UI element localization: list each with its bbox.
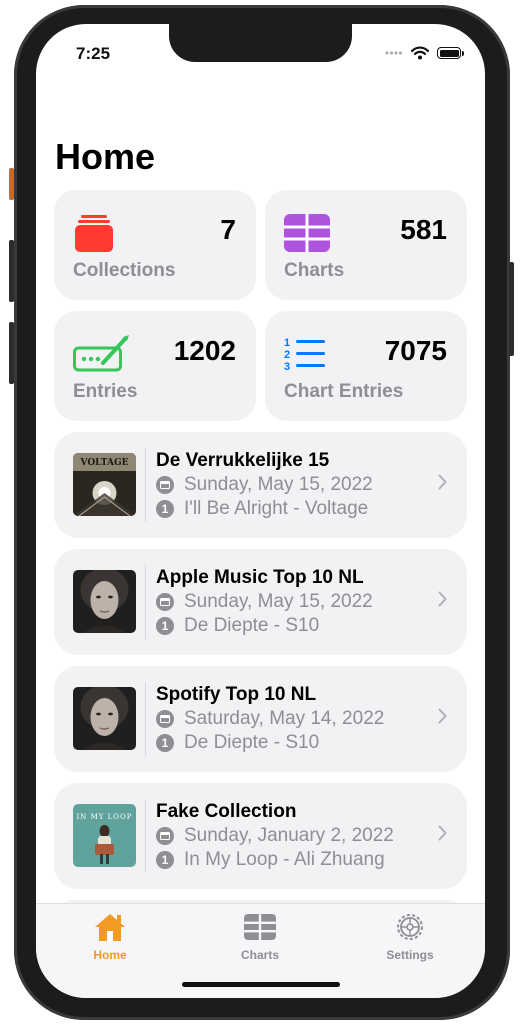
- chart-title: Apple Music Top 10 NL: [156, 567, 364, 588]
- stat-label: Collections: [73, 260, 176, 281]
- stat-card-chart-entries[interactable]: 1 2 3 7075 Chart Entries: [265, 311, 467, 421]
- notch: [169, 24, 352, 62]
- wifi-icon: [411, 46, 429, 60]
- stat-card-collections[interactable]: 7 Collections: [54, 190, 256, 300]
- screen: 7:25 Home 7 Collections 581 Charts 1202 …: [36, 24, 485, 998]
- chevron-right-icon: [438, 825, 447, 841]
- chart-date: Sunday, May 15, 2022: [184, 591, 373, 612]
- card-divider: [145, 448, 146, 522]
- power-button: [509, 262, 514, 356]
- chart-date: Sunday, May 15, 2022: [184, 474, 373, 495]
- numbered-list-icon: 1 2 3: [284, 335, 326, 378]
- rank-badge: 1: [156, 734, 174, 752]
- chevron-right-icon: [438, 474, 447, 490]
- rank-badge: 1: [156, 617, 174, 635]
- chart-date-row: Sunday, January 2, 2022: [156, 825, 394, 847]
- stat-label: Chart Entries: [284, 381, 404, 402]
- stat-card-entries[interactable]: 1202 Entries: [54, 311, 256, 421]
- stat-value: 1202: [173, 335, 236, 366]
- chart-title: Fake Collection: [156, 801, 297, 822]
- chart-date-row: Saturday, May 14, 2022: [156, 708, 384, 730]
- chart-title: De Verrukkelijke 15: [156, 450, 330, 471]
- tab-settings[interactable]: Settings: [350, 904, 470, 962]
- volume-down-button: [9, 322, 14, 384]
- chart-top-entry: I'll Be Alright - Voltage: [184, 498, 369, 519]
- chart-card[interactable]: Spotify Top 10 NL Saturday, May 14, 2022…: [54, 666, 467, 772]
- house-icon: [50, 912, 170, 942]
- card-divider: [145, 682, 146, 756]
- stat-value: 7075: [384, 335, 447, 366]
- tab-home[interactable]: Home: [50, 904, 170, 962]
- calendar-icon: [156, 710, 174, 728]
- rank-badge: 1: [156, 500, 174, 518]
- chart-title: Spotify Top 10 NL: [156, 684, 317, 705]
- chart-card[interactable]: VOLTAGE De Verrukkelijke 15 Sunday, May …: [54, 432, 467, 538]
- chart-top-row: 1 De Diepte - S10: [156, 615, 319, 637]
- chart-top-row: 1 De Diepte - S10: [156, 732, 319, 754]
- volume-up-button: [9, 240, 14, 302]
- chart-top-row: 1 In My Loop - Ali Zhuang: [156, 849, 385, 871]
- cellular-signal-icon: [385, 51, 403, 55]
- chart-top-entry: De Diepte - S10: [184, 615, 320, 636]
- charts-grid-icon: [200, 912, 320, 942]
- chart-top-entry: De Diepte - S10: [184, 732, 320, 753]
- stat-value: 7: [220, 214, 236, 245]
- tab-charts[interactable]: Charts: [200, 904, 320, 962]
- page-title: Home: [55, 136, 156, 177]
- charts-grid-icon: [284, 214, 330, 257]
- entries-icon: [73, 335, 131, 380]
- chevron-right-icon: [438, 708, 447, 724]
- gear-icon: [350, 912, 470, 942]
- chart-top-entry: In My Loop - Ali Zhuang: [184, 849, 385, 870]
- album-artwork: IN MY LOOP: [73, 804, 136, 867]
- chart-date-row: Sunday, May 15, 2022: [156, 591, 373, 613]
- album-artwork: VOLTAGE: [73, 453, 136, 516]
- stat-label: Charts: [284, 260, 345, 281]
- album-artwork: [73, 570, 136, 633]
- stat-value: 581: [400, 214, 447, 245]
- chart-date: Sunday, January 2, 2022: [184, 825, 394, 846]
- calendar-icon: [156, 827, 174, 845]
- status-icons: [385, 46, 464, 60]
- collections-icon: [73, 214, 115, 259]
- svg-text:1: 1: [284, 337, 290, 349]
- chart-date: Saturday, May 14, 2022: [184, 708, 385, 729]
- home-indicator: [182, 982, 340, 987]
- calendar-icon: [156, 476, 174, 494]
- svg-text:3: 3: [284, 361, 290, 373]
- calendar-icon: [156, 593, 174, 611]
- chevron-right-icon: [438, 591, 447, 607]
- rank-badge: 1: [156, 851, 174, 869]
- svg-text:2: 2: [284, 349, 290, 361]
- artwork-title: IN MY LOOP: [77, 813, 133, 821]
- tab-label: Settings: [386, 948, 434, 962]
- chart-date-row: Sunday, May 15, 2022: [156, 474, 373, 496]
- chart-card[interactable]: IN MY LOOP Fake Collection Sunday, Janua…: [54, 783, 467, 889]
- chart-card[interactable]: Apple Music Top 10 NL Sunday, May 15, 20…: [54, 549, 467, 655]
- card-divider: [145, 565, 146, 639]
- tab-label: Home: [93, 948, 127, 962]
- stat-card-charts[interactable]: 581 Charts: [265, 190, 467, 300]
- chart-top-row: 1 I'll Be Alright - Voltage: [156, 498, 368, 520]
- battery-icon: [437, 47, 464, 59]
- silent-switch: [9, 168, 14, 200]
- album-artwork: [73, 687, 136, 750]
- stat-label: Entries: [73, 381, 138, 402]
- tab-label: Charts: [240, 948, 279, 962]
- status-time: 7:25: [76, 44, 111, 63]
- card-divider: [145, 799, 146, 873]
- artwork-title: VOLTAGE: [80, 458, 129, 468]
